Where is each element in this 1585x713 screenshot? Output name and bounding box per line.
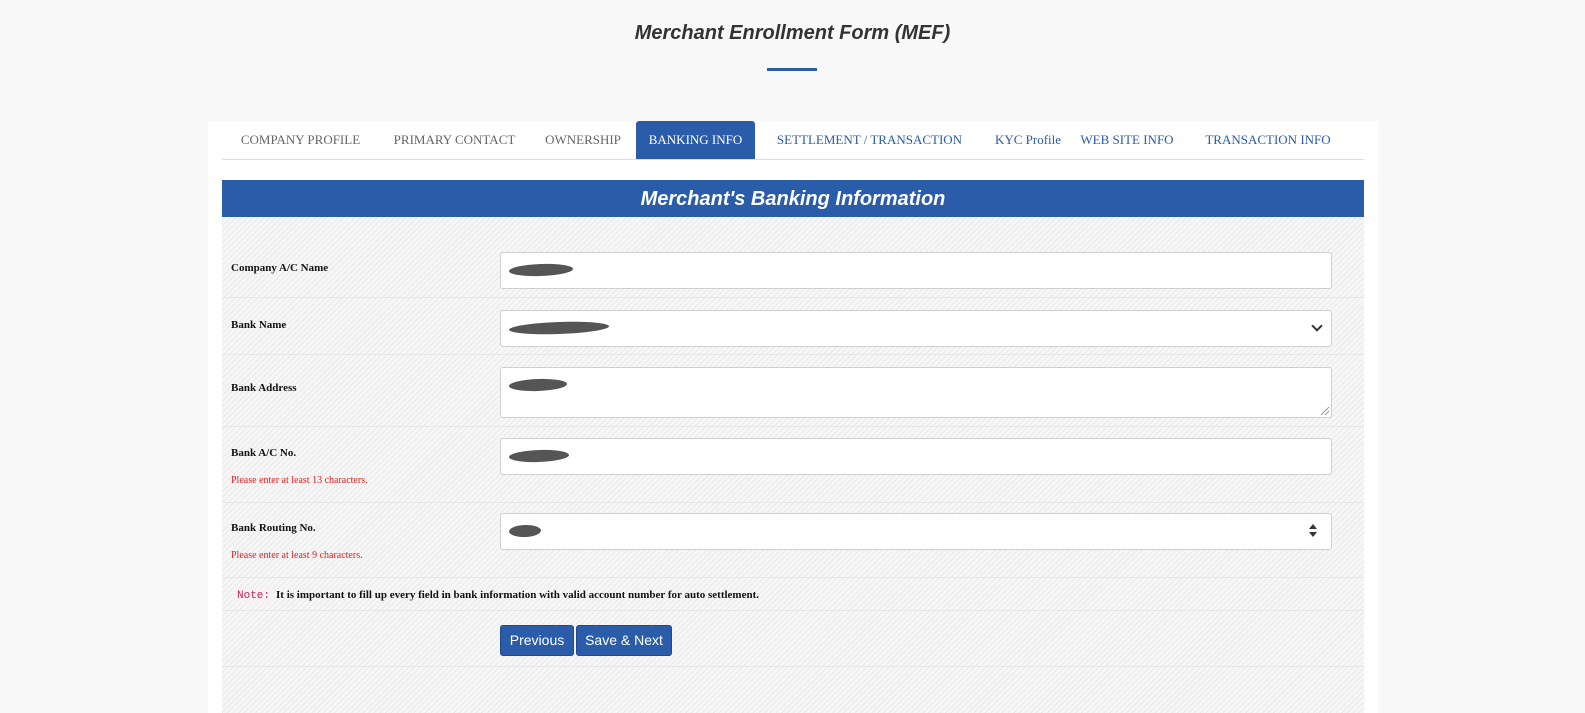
page-header: Merchant Enrollment Form (MEF) — [0, 0, 1585, 110]
redaction-mark — [508, 320, 610, 336]
chevron-down-icon — [1311, 320, 1323, 332]
buttons-divider — [222, 666, 1364, 667]
bank-routing-no-error: Please enter at least 9 characters. — [231, 550, 363, 561]
bank-ac-no-error: Please enter at least 13 characters. — [231, 475, 368, 486]
banking-section: Merchant's Banking Information Company A… — [222, 180, 1364, 713]
bank-ac-no-label: Bank A/C No. — [231, 447, 297, 459]
redaction-mark — [508, 377, 568, 393]
tab-transaction-info[interactable]: TRANSACTION INFO — [1182, 121, 1354, 159]
bank-routing-no-label: Bank Routing No. — [231, 522, 316, 534]
bank-routing-no-input[interactable] — [500, 513, 1332, 550]
spinner-up-icon[interactable] — [1309, 524, 1317, 529]
bank-address-textarea[interactable] — [500, 367, 1332, 418]
bank-name-label: Bank Name — [231, 319, 287, 331]
tab-ownership[interactable]: OWNERSHIP — [530, 121, 636, 159]
tab-web-site-info[interactable]: WEB SITE INFO — [1072, 121, 1182, 159]
tab-settlement-transaction[interactable]: SETTLEMENT / TRANSACTION — [755, 121, 984, 159]
form-card: COMPANY PROFILE PRIMARY CONTACT OWNERSHI… — [208, 121, 1378, 713]
section-heading: Merchant's Banking Information — [222, 180, 1364, 217]
tab-kyc-profile[interactable]: KYC Profile — [984, 121, 1072, 159]
spinner-down-icon[interactable] — [1309, 532, 1317, 537]
note-text: Note: It is important to fill up every fi… — [234, 589, 759, 603]
redaction-mark — [508, 448, 570, 464]
previous-button[interactable]: Previous — [500, 625, 574, 656]
redaction-mark — [508, 524, 542, 538]
bank-ac-no-row: Bank A/C No. Please enter at least 13 ch… — [222, 427, 1364, 503]
bank-ac-no-input[interactable] — [500, 438, 1332, 475]
company-ac-name-label: Company A/C Name — [231, 262, 329, 274]
number-spinner-icon[interactable] — [1309, 524, 1317, 540]
tab-bar: COMPANY PROFILE PRIMARY CONTACT OWNERSHI… — [222, 121, 1364, 160]
title-underline — [767, 68, 817, 71]
company-ac-name-row: Company A/C Name — [222, 240, 1364, 298]
bank-routing-no-row: Bank Routing No. Please enter at least 9… — [222, 503, 1364, 578]
bank-name-select[interactable] — [500, 310, 1332, 347]
bank-name-row: Bank Name — [222, 298, 1364, 355]
note-divider — [222, 610, 1364, 611]
redaction-mark — [508, 262, 574, 278]
note-body: It is important to fill up every field i… — [276, 589, 759, 601]
bank-address-label: Bank Address — [231, 382, 297, 394]
note-tag: Note: — [234, 589, 274, 603]
tab-company-profile[interactable]: COMPANY PROFILE — [222, 121, 379, 159]
bank-address-row: Bank Address — [222, 355, 1364, 427]
save-next-button[interactable]: Save & Next — [576, 625, 672, 656]
company-ac-name-input[interactable] — [500, 252, 1332, 289]
resize-handle[interactable] — [1321, 407, 1329, 415]
page-title: Merchant Enrollment Form (MEF) — [634, 22, 951, 44]
tab-primary-contact[interactable]: PRIMARY CONTACT — [379, 121, 530, 159]
tab-banking-info[interactable]: BANKING INFO — [636, 121, 755, 159]
